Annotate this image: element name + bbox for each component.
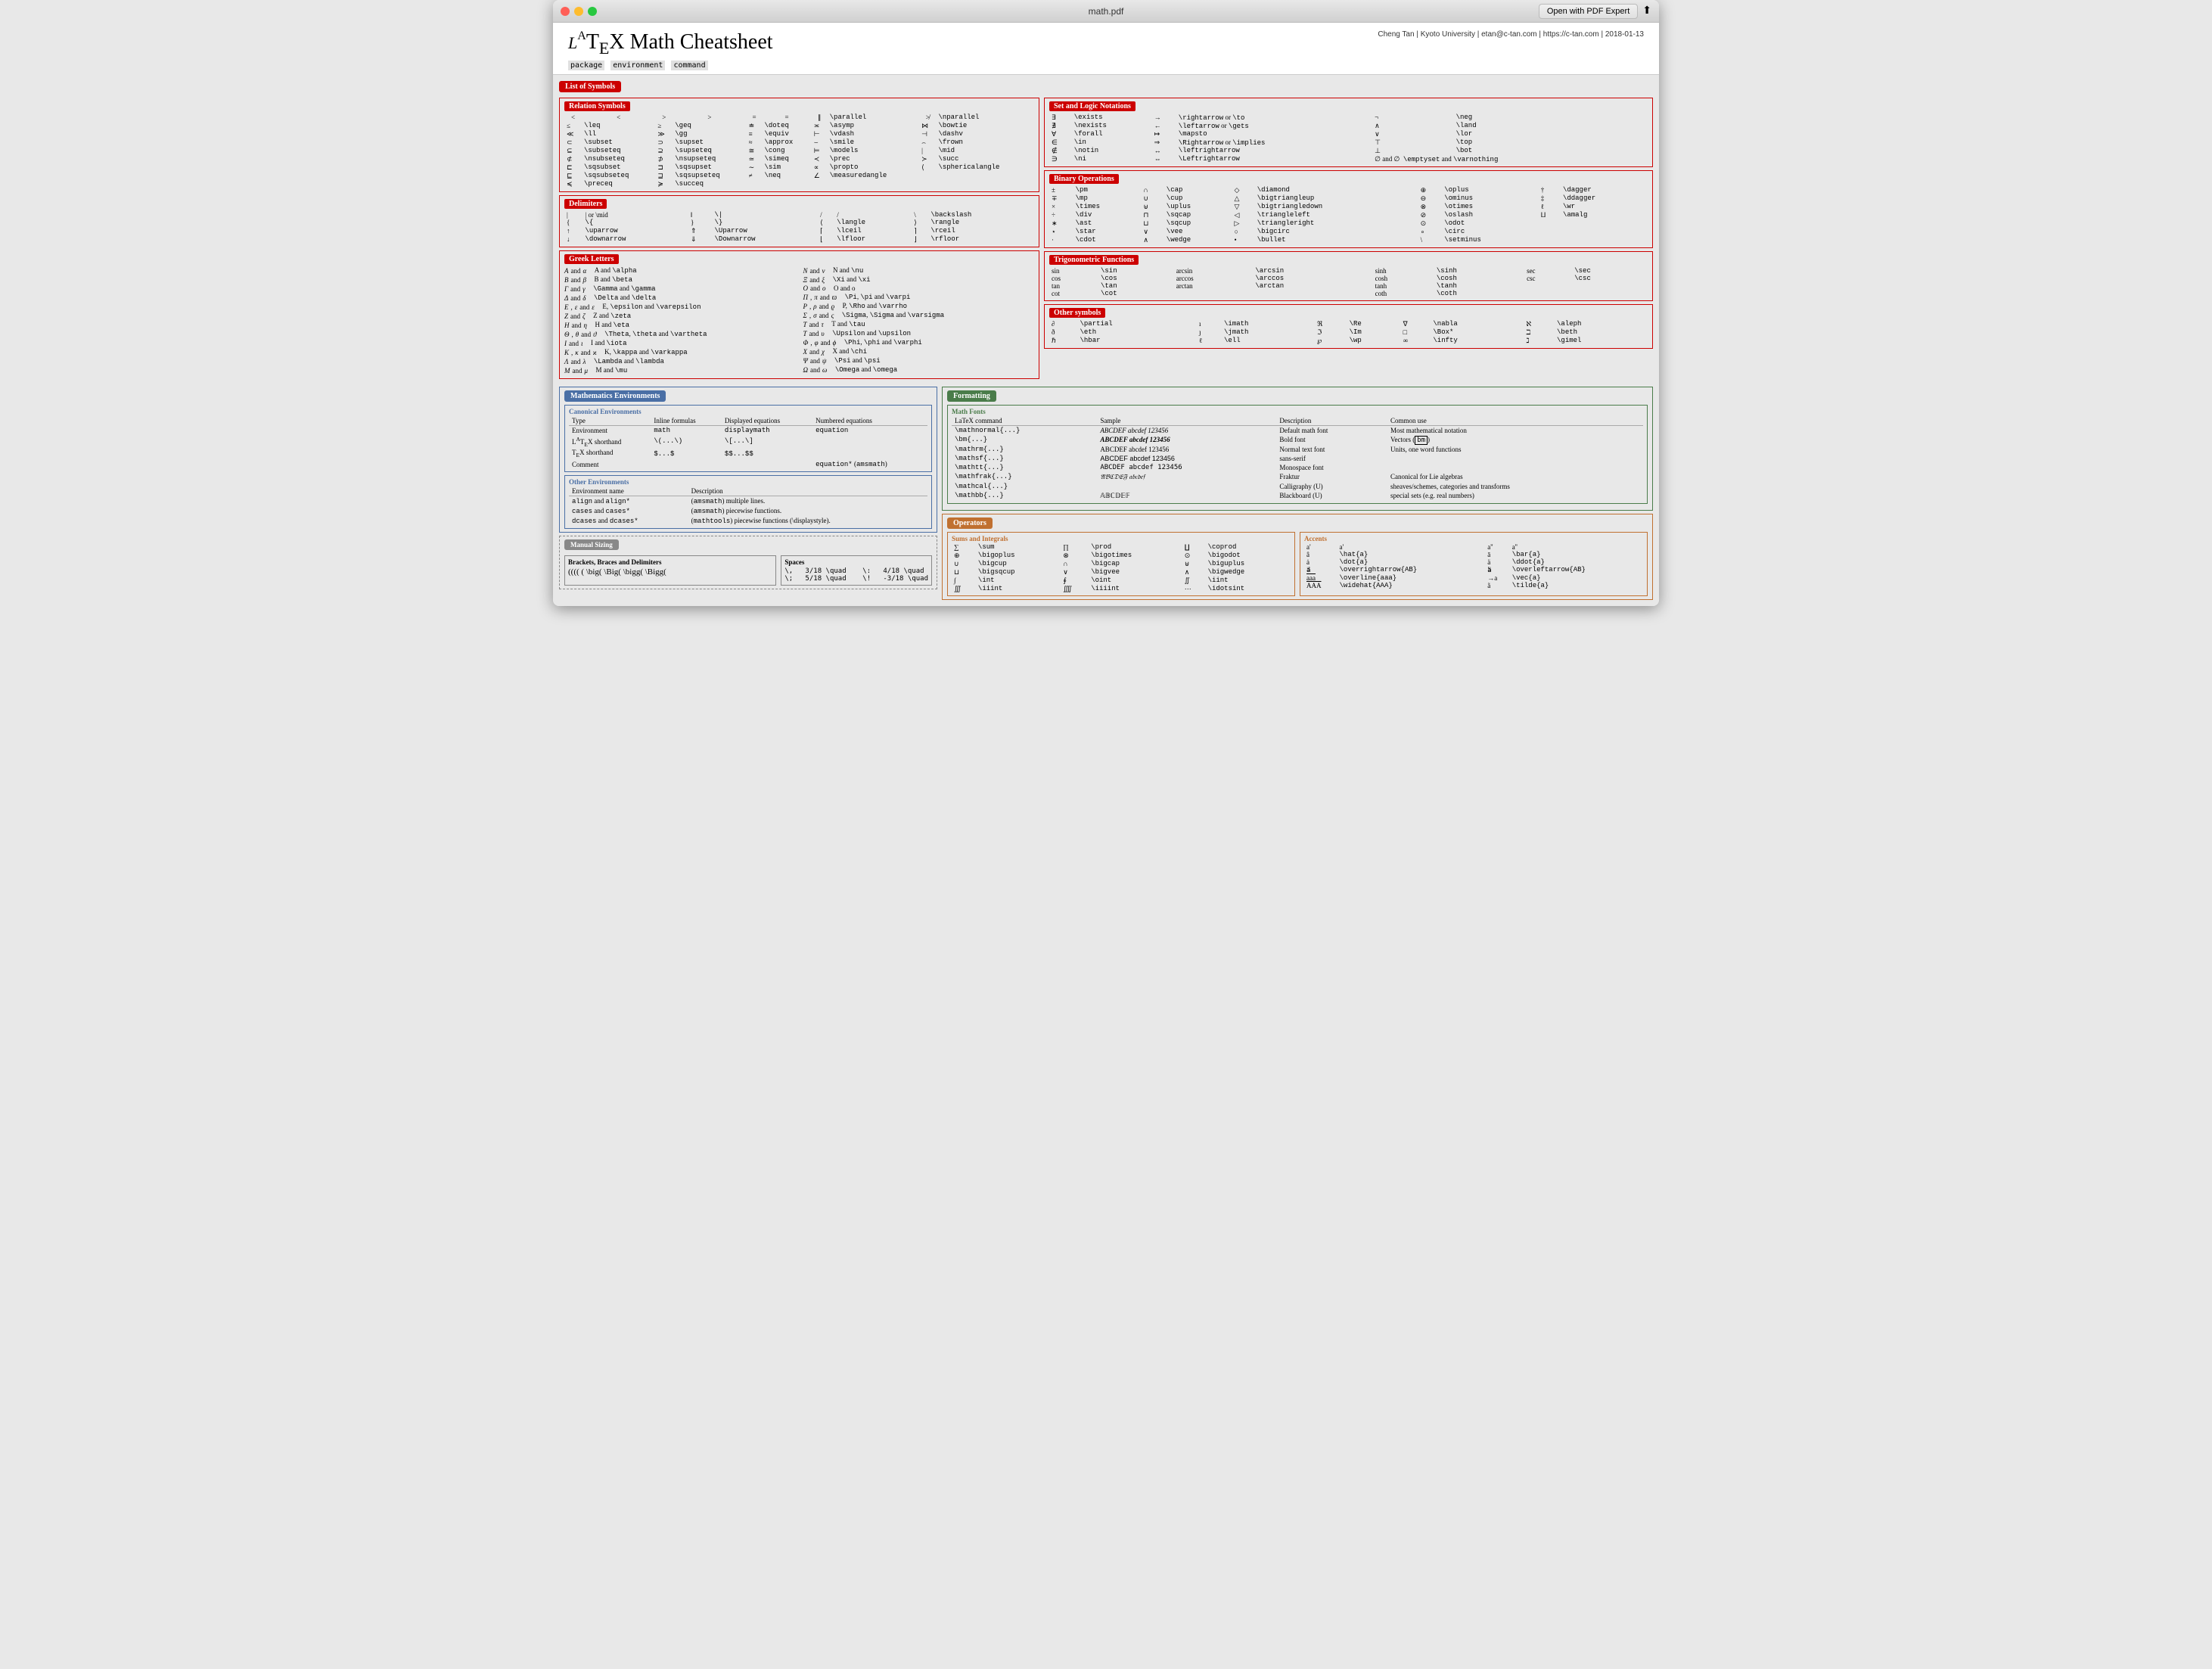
other-symbols-title: Other symbols [1049,308,1105,318]
canonical-envs-table: Type Inline formulas Displayed equations… [569,416,927,470]
page-title: LATEX Math Cheatsheet [568,30,773,58]
binary-ops-title: Binary Operations [1049,174,1119,184]
window-title: math.pdf [1089,6,1124,17]
set-logic-section: Set and Logic Notations ∃\exists →\right… [1044,98,1653,167]
header-info: Cheng Tan | Kyoto University | etan@c-ta… [1378,30,1644,39]
other-symbols-section: Other symbols ∂\partial ı\imath ℜ\Re ∇\n… [1044,304,1653,349]
trig-title: Trigonometric Functions [1049,255,1139,265]
greek-col-left: A and α A and \alpha B and β B and \beta… [564,266,796,375]
spaces-examples: \, 3/18 \quad \: 4/18 \quad \; 5/18 \qua… [784,567,928,583]
sums-integrals-section: Sums and Integrals ∑\sum ∏\prod ∐\coprod… [947,532,1295,596]
other-envs-subtitle: Other Environments [569,478,629,486]
trig-table: sin\sin arcsin\arcsin sinh\sinh sec\sec … [1049,267,1648,297]
greek-col-right: N and ν N and \nu Ξ and ξ \Xi and \xi O … [803,266,1035,375]
other-envs-table: Environment name Description align and a… [569,486,927,526]
operators-title: Operators [947,517,993,529]
delimiters-title: Delimiters [564,199,607,209]
package-tag: package [568,61,604,70]
env-panel: Mathematics Environments Canonical Envir… [559,387,937,600]
right-panel: Set and Logic Notations ∃\exists →\right… [1044,98,1653,382]
manual-sizing-section: Manual Sizing Brackets, Braces and Delim… [559,536,937,589]
spaces-title: Spaces [784,558,928,566]
environment-tag: environment [610,61,665,70]
main-window: math.pdf Open with PDF Expert ⬆ LATEX Ma… [553,0,1659,606]
relation-symbols-title: Relation Symbols [564,101,630,111]
accents-section: Accents a'a' a''a'' â\hat{a} [1300,532,1648,596]
relation-symbols-section: Relation Symbols << >> == ∥\parallel ≯\n… [559,98,1039,192]
binary-ops-table: ±\pm ∩\cap ◇\diamond ⊕\oplus †\dagger ∓\… [1049,186,1648,244]
relation-symbols-table: << >> == ∥\parallel ≯\nparallel ≤\leq ≥\… [564,113,1034,188]
maximize-button[interactable] [588,7,597,16]
command-tag: command [671,61,707,70]
greek-letters-section: Greek Letters A and α A and \alpha B and… [559,250,1039,379]
math-fonts-table: LaTeX command Sample Description Common … [952,416,1643,501]
open-with-pdf-expert-button[interactable]: Open with PDF Expert [1539,4,1638,19]
page-content: List of Symbols Relation Symbols << >> =… [553,75,1659,606]
brackets-example: (((( ( \big( \Big( \bigg( \Bigg( [568,567,772,577]
delimiters-section: Delimiters || or \mid ‖\| // \\backslash… [559,195,1039,247]
greek-letters-title: Greek Letters [564,254,619,264]
formatting-title: Formatting [947,390,996,402]
page-header: LATEX Math Cheatsheet package environmen… [553,23,1659,75]
set-logic-title: Set and Logic Notations [1049,101,1136,111]
share-icon[interactable]: ⬆ [1642,5,1651,17]
math-fonts-subtitle: Math Fonts [952,408,986,415]
other-symbols-table: ∂\partial ı\imath ℜ\Re ∇\nabla ℵ\aleph ð… [1049,320,1648,345]
operators-section: Operators Sums and Integrals ∑\sum ∏\pro… [942,514,1653,600]
title-bar: math.pdf Open with PDF Expert ⬆ [553,0,1659,23]
manual-sizing-title: Manual Sizing [564,539,619,550]
list-of-symbols-title: List of Symbols [559,81,621,92]
accents-title: Accents [1304,535,1327,542]
header-subtitle: package environment command [568,61,773,70]
bottom-row: Mathematics Environments Canonical Envir… [559,387,1653,600]
close-button[interactable] [561,7,570,16]
top-row: Relation Symbols << >> == ∥\parallel ≯\n… [559,98,1653,382]
format-panel: Formatting Math Fonts LaTeX command Samp… [942,387,1653,600]
set-logic-table: ∃\exists →\rightarrow or \to ¬\neg ∄\nex… [1049,113,1648,163]
binary-ops-section: Binary Operations ±\pm ∩\cap ◇\diamond ⊕… [1044,170,1653,248]
brackets-title: Brackets, Braces and Delimiters [568,558,772,566]
left-panel: Relation Symbols << >> == ∥\parallel ≯\n… [559,98,1039,382]
sums-integrals-table: ∑\sum ∏\prod ∐\coprod ⊕\bigoplus ⊗\bigot… [952,543,1291,593]
accents-table: a'a' a''a'' â\hat{a} ā\bar{a} [1304,543,1643,589]
spaces-section: Spaces \, 3/18 \quad \: 4/18 \quad \; 5/… [781,555,932,586]
canonical-envs-subtitle: Canonical Environments [569,408,642,415]
sums-integrals-title: Sums and Integrals [952,535,1008,542]
math-environments-title: Mathematics Environments [564,390,666,402]
delimiters-table: || or \mid ‖\| // \\backslash {\{ }\} ⟨\… [564,211,1034,244]
traffic-lights [561,7,597,16]
brackets-section: Brackets, Braces and Delimiters (((( ( \… [564,555,776,586]
trig-section: Trigonometric Functions sin\sin arcsin\a… [1044,251,1653,301]
minimize-button[interactable] [574,7,583,16]
